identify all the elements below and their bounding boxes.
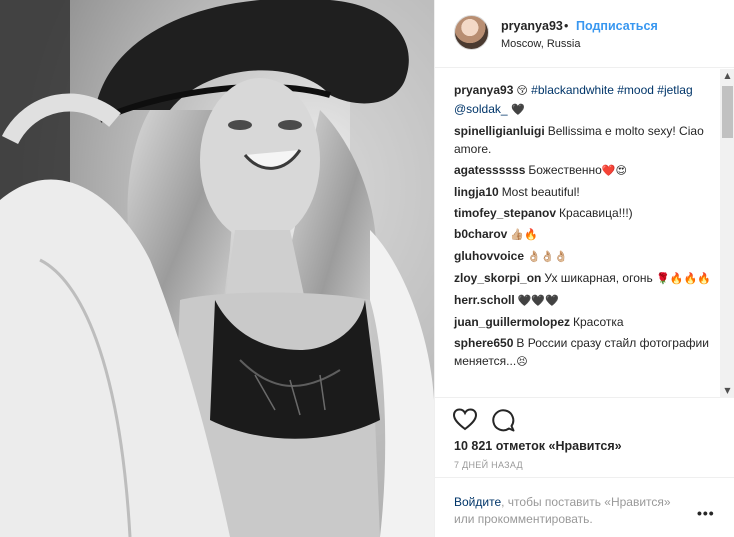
- comment-item: sphere650 В России сразу стайл фотографии…: [454, 334, 716, 371]
- scroll-up-arrow-icon[interactable]: ▲: [720, 69, 734, 83]
- comment-emoji: 👍🏼🔥: [510, 228, 538, 241]
- separator-dot: •: [564, 19, 569, 33]
- login-prompt: Войдите, чтобы поставить «Нравится» или …: [454, 494, 694, 528]
- comment-item: agatessssss Божественно❤️😍: [454, 161, 716, 180]
- comment-item: pryanya93 😚 #blackandwhite #mood #jetlag …: [454, 81, 716, 119]
- comment-text: Ух шикарная, огонь: [544, 271, 657, 285]
- comment-item: lingja10 Most beautiful!: [454, 183, 716, 201]
- comment-emoji: ❤️😍: [601, 164, 628, 177]
- comment-username[interactable]: pryanya93: [454, 83, 513, 97]
- comment-username[interactable]: herr.scholl: [454, 293, 515, 307]
- comment-username[interactable]: gluhovvoice: [454, 249, 524, 263]
- portrait-image: [0, 0, 434, 537]
- login-link[interactable]: Войдите: [454, 495, 501, 509]
- comment-username[interactable]: zloy_skorpi_on: [454, 271, 541, 285]
- comment-username[interactable]: b0charov: [454, 227, 507, 241]
- comment-item: timofey_stepanov Красавица!!!): [454, 204, 716, 222]
- avatar[interactable]: [454, 15, 489, 50]
- comments-list[interactable]: pryanya93 😚 #blackandwhite #mood #jetlag …: [435, 69, 734, 398]
- comment-text: Божественно: [528, 163, 602, 177]
- comment-username[interactable]: lingja10: [454, 185, 499, 199]
- hashtag-link[interactable]: @soldak_: [454, 102, 508, 116]
- more-options-icon[interactable]: •••: [697, 505, 715, 521]
- hashtag-link[interactable]: #blackandwhite: [528, 83, 614, 97]
- post-username[interactable]: pryanya93: [501, 19, 563, 33]
- hashtag-link[interactable]: #mood: [614, 83, 654, 97]
- comment-text: Красотка: [573, 315, 624, 329]
- comment-item: juan_guillermolopez Красотка: [454, 313, 716, 331]
- comment-username[interactable]: agatessssss: [454, 163, 525, 177]
- comment-username[interactable]: spinelligianluigi: [454, 124, 545, 138]
- comment-emoji: 😚: [516, 84, 528, 97]
- post-photo[interactable]: [0, 0, 434, 537]
- hashtag-link[interactable]: #jetlag: [654, 83, 692, 97]
- post-actions: 10 821 отметок «Нравится» 7 ДНЕЙ НАЗАД: [435, 398, 734, 478]
- comment-username[interactable]: juan_guillermolopez: [454, 315, 570, 329]
- comment-item: zloy_skorpi_on Ух шикарная, огонь 🌹🔥🔥🔥: [454, 269, 716, 288]
- comment-item: b0charov 👍🏼🔥: [454, 225, 716, 244]
- comments-scrollbar[interactable]: ▲ ▼: [720, 69, 734, 398]
- comment-emoji: 🌹🔥🔥🔥: [656, 272, 711, 285]
- likes-count[interactable]: 10 821 отметок «Нравится»: [454, 439, 622, 453]
- comment-item: spinelligianluigi Bellissima e molto sexy…: [454, 122, 716, 158]
- comment-emoji: 😣: [516, 355, 528, 368]
- post-date[interactable]: 7 ДНЕЙ НАЗАД: [454, 460, 523, 470]
- scrollbar-thumb[interactable]: [722, 86, 733, 138]
- comment-text: Most beautiful!: [501, 185, 580, 199]
- comment-username[interactable]: timofey_stepanov: [454, 206, 556, 220]
- comment-emoji: 🖤🖤🖤: [517, 294, 559, 307]
- follow-button[interactable]: Подписаться: [576, 19, 658, 33]
- comment-item: gluhovvoice 👌🏼👌🏼👌🏼: [454, 247, 716, 266]
- post-footer: Войдите, чтобы поставить «Нравится» или …: [435, 479, 734, 537]
- comments-container: pryanya93 😚 #blackandwhite #mood #jetlag …: [454, 81, 716, 374]
- heart-icon[interactable]: [452, 407, 478, 433]
- post-side-panel: pryanya93 • Подписаться Moscow, Russia p…: [434, 0, 734, 537]
- comment-emoji: 🖤: [507, 103, 525, 116]
- comment-text: Красавица!!!): [559, 206, 633, 220]
- comment-username[interactable]: sphere650: [454, 336, 513, 350]
- comment-item: herr.scholl 🖤🖤🖤: [454, 291, 716, 310]
- scroll-down-arrow-icon[interactable]: ▼: [720, 384, 734, 398]
- comment-emoji: 👌🏼👌🏼👌🏼: [527, 250, 569, 263]
- comment-bubble-icon[interactable]: [490, 407, 516, 433]
- post-location[interactable]: Moscow, Russia: [501, 38, 580, 50]
- post-header: pryanya93 • Подписаться Moscow, Russia: [435, 0, 734, 68]
